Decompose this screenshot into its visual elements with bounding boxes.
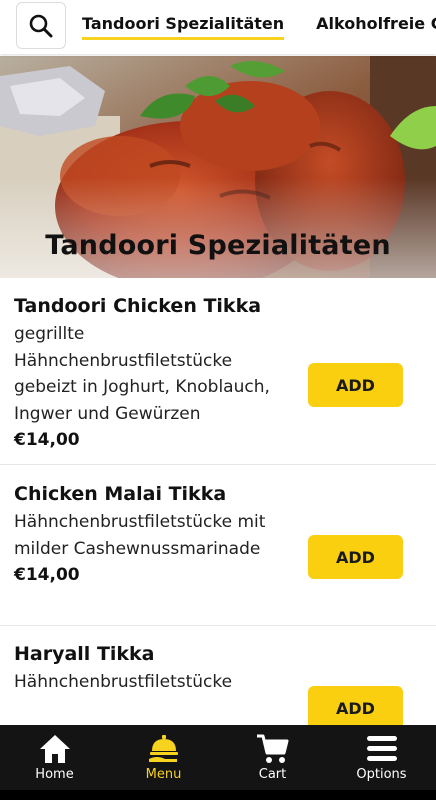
add-button[interactable]: ADD bbox=[308, 363, 403, 407]
home-icon bbox=[39, 735, 70, 763]
item-price: €14,00 bbox=[14, 430, 80, 450]
item-name: Chicken Malai Tikka bbox=[14, 483, 227, 505]
nav-cart[interactable]: Cart bbox=[218, 725, 327, 790]
add-button[interactable]: ADD bbox=[308, 535, 403, 579]
top-bar: Tandoori Spezialitäten Alkoholfreie Getr… bbox=[0, 0, 436, 54]
nav-options[interactable]: Options bbox=[327, 725, 436, 790]
nav-menu[interactable]: Menu bbox=[109, 725, 218, 790]
nav-options-label: Options bbox=[356, 767, 407, 782]
cart-icon bbox=[256, 734, 288, 763]
waiter-cloche-icon bbox=[148, 735, 178, 762]
menu-item-list: Tandoori Chicken Tikka gegrillte Hähnche… bbox=[0, 278, 436, 746]
hamburger-menu-icon bbox=[366, 736, 397, 761]
item-description: Hähnchenbrustfiletstücke bbox=[14, 672, 233, 692]
system-nav-strip bbox=[0, 790, 436, 800]
item-description: gegrillte Hähnchenbrustfiletstücke gebei… bbox=[14, 324, 270, 424]
nav-home[interactable]: Home bbox=[0, 725, 109, 790]
nav-menu-label: Menu bbox=[145, 767, 182, 782]
search-button[interactable] bbox=[16, 2, 66, 49]
tab-alkoholfreie-getraenke[interactable]: Alkoholfreie Getränke bbox=[316, 0, 436, 54]
category-hero-banner: Tandoori Spezialitäten bbox=[0, 56, 436, 278]
nav-cart-label: Cart bbox=[258, 767, 287, 782]
menu-item[interactable]: Chicken Malai Tikka Hähnchenbrustfiletst… bbox=[0, 465, 436, 626]
hero-title: Tandoori Spezialitäten bbox=[45, 230, 391, 261]
bottom-navigation: Home Menu Cart Options bbox=[0, 725, 436, 790]
menu-item[interactable]: Tandoori Chicken Tikka gegrillte Hähnche… bbox=[0, 278, 436, 465]
tab-tandoori-spezialitaeten[interactable]: Tandoori Spezialitäten bbox=[82, 0, 285, 54]
add-button[interactable]: ADD bbox=[308, 686, 403, 730]
category-tabs: Tandoori Spezialitäten Alkoholfreie Getr… bbox=[82, 0, 436, 54]
item-name: Haryall Tikka bbox=[14, 643, 155, 665]
item-name: Tandoori Chicken Tikka bbox=[14, 295, 262, 317]
item-description: Hähnchenbrustfiletstücke mit milder Cash… bbox=[14, 512, 266, 559]
nav-home-label: Home bbox=[35, 767, 74, 782]
search-icon bbox=[29, 14, 53, 37]
